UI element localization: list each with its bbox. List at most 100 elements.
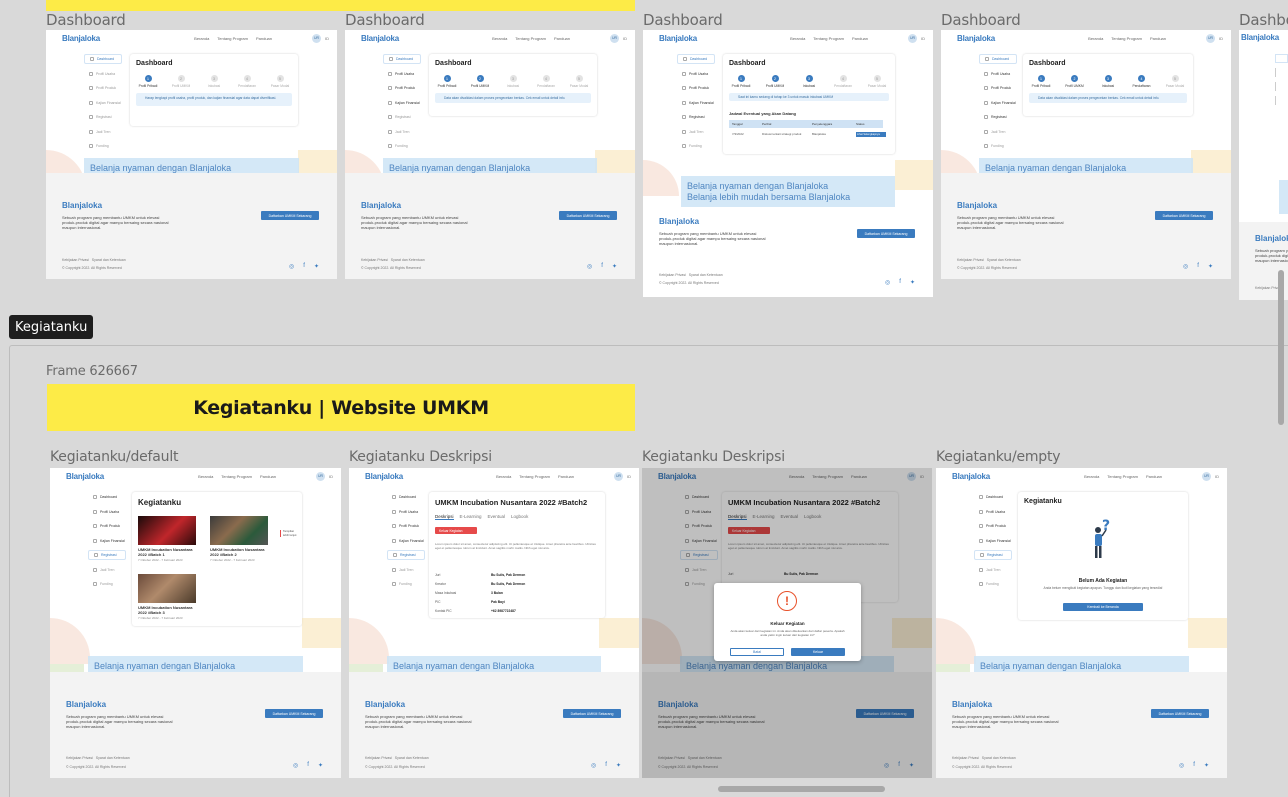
sidebar-item-profil-produk[interactable]: Profil Produk xyxy=(88,521,126,531)
confirm-exit-button[interactable]: Keluar xyxy=(791,648,845,656)
language-switch[interactable]: ID xyxy=(1215,474,1219,479)
dashboard-frame[interactable]: Blanjaloka Beranda Tentang Program Pandu… xyxy=(46,30,337,279)
sidebar-item-jadi-tren[interactable]: Jadi Tren xyxy=(88,565,126,575)
back-to-home-button[interactable]: Kembali ke Beranda xyxy=(1063,603,1143,611)
language-switch[interactable]: ID xyxy=(627,474,631,479)
exit-activity-button[interactable]: Keluar Kegiatan xyxy=(435,527,477,534)
sidebar-item-kajian[interactable]: Kajian Finansial xyxy=(84,98,122,108)
logo[interactable]: Blanjaloka xyxy=(62,34,100,43)
sidebar-item-profil-produk[interactable]: Profil Produk xyxy=(974,521,1012,531)
nav-link-beranda[interactable]: Beranda xyxy=(790,36,805,41)
instagram-icon[interactable]: ◎ xyxy=(591,762,596,769)
facebook-icon[interactable]: f xyxy=(899,279,901,286)
sidebar-item-kajian[interactable]: Kajian Finansial xyxy=(677,98,715,108)
frame-label[interactable]: Dashboard xyxy=(46,11,126,29)
sidebar-item-jadi-tren[interactable]: Jadi Tren xyxy=(979,127,1017,137)
cta-button[interactable]: Daftarkan UMKM Sekarang xyxy=(1155,211,1213,220)
cta-button[interactable]: Daftarkan UMKM Sekarang xyxy=(559,211,617,220)
sidebar-item-profil-usaha[interactable]: Profil Usaha xyxy=(383,69,421,79)
sidebar-item-dashboard[interactable]: Dashboard xyxy=(88,492,126,502)
language-switch[interactable]: ID xyxy=(329,474,333,479)
sidebar-item-registrasi[interactable]: Registrasi xyxy=(84,112,122,122)
sidebar-item-kajian[interactable]: Kajian Finansial xyxy=(88,536,126,546)
frame-label[interactable]: Dashboard xyxy=(941,11,1021,29)
frame-label[interactable]: Frame 626667 xyxy=(46,364,138,379)
dashboard-frame[interactable]: Blanjaloka Beranda Tentang Program Panduan… xyxy=(643,30,933,297)
nav-link-beranda[interactable]: Beranda xyxy=(198,474,213,479)
nav-link-panduan[interactable]: Panduan xyxy=(1146,474,1162,479)
sidebar-item-kajian[interactable]: Kajian Finansial xyxy=(387,536,425,546)
legal-links[interactable]: Kebijakan Privasi Syarat dan Ketentuan xyxy=(62,258,126,262)
cta-button[interactable]: Daftarkan UMKM Sekarang xyxy=(1151,709,1209,718)
cta-button[interactable]: Daftarkan UMKM Sekarang xyxy=(261,211,319,220)
language-switch[interactable]: ID xyxy=(921,36,925,41)
nav-link-panduan[interactable]: Panduan xyxy=(558,474,574,479)
sidebar-item-registrasi[interactable]: Registrasi xyxy=(974,550,1012,560)
sidebar-item-profil-produk[interactable]: Profil Produk xyxy=(84,83,122,93)
avatar[interactable]: UR xyxy=(316,471,325,481)
sidebar-item-dashboard[interactable]: Dashboard xyxy=(84,54,122,64)
twitter-icon[interactable]: ✦ xyxy=(910,279,915,286)
nav-link-beranda[interactable]: Beranda xyxy=(1088,36,1103,41)
sidebar-item-funding[interactable]: Funding xyxy=(974,579,1012,589)
event-card[interactable]: UMKM Incubation Nusantara 2022 #Batch 2 … xyxy=(210,516,270,562)
sidebar-item-funding[interactable]: Funding xyxy=(387,579,425,589)
logo[interactable]: Blanjaloka xyxy=(365,472,403,481)
logo[interactable]: Blanjaloka xyxy=(66,472,104,481)
instagram-icon[interactable]: ◎ xyxy=(587,263,592,270)
sidebar-item-jadi-tren[interactable]: Jadi Tren xyxy=(387,565,425,575)
sidebar-item-registrasi[interactable]: Registrasi xyxy=(387,550,425,560)
footer-logo[interactable]: Blanjaloka xyxy=(952,700,992,709)
nav-link-beranda[interactable]: Beranda xyxy=(496,474,511,479)
sidebar-item-dashboard[interactable]: Dashboard xyxy=(383,54,421,64)
nav-link-panduan[interactable]: Panduan xyxy=(554,36,570,41)
facebook-icon[interactable]: f xyxy=(307,762,309,769)
nav-link-tentang[interactable]: Tentang Program xyxy=(1111,36,1142,41)
event-card[interactable]: UMKM Incubation Nusantara 2022 #Batch 1 … xyxy=(138,516,198,562)
sidebar-item-profil-usaha[interactable]: Profil Usaha xyxy=(974,507,1012,517)
section-tag[interactable]: Kegiatanku xyxy=(9,315,94,339)
footer-logo[interactable]: Blanjaloka xyxy=(1255,234,1288,243)
nav-link-tentang[interactable]: Tentang Program xyxy=(813,36,844,41)
frame-label[interactable]: Dashboard xyxy=(345,11,425,29)
sidebar-item-kajian[interactable]: Kajian Finansial xyxy=(979,98,1017,108)
sidebar-item-profil-produk[interactable]: Profil Produk xyxy=(383,83,421,93)
sidebar-item-funding[interactable]: Funding xyxy=(88,579,126,589)
tab-elearning[interactable]: E-Learning xyxy=(460,514,482,520)
sidebar-item-jadi-tren[interactable]: Jadi Tren xyxy=(677,127,715,137)
logo[interactable]: Blanjaloka xyxy=(952,472,990,481)
facebook-icon[interactable]: f xyxy=(605,762,607,769)
nav-link-beranda[interactable]: Beranda xyxy=(1084,474,1099,479)
frame-label[interactable]: Kegiatanku/empty xyxy=(936,449,1061,465)
logo[interactable]: Blanjaloka xyxy=(1241,33,1279,42)
facebook-icon[interactable]: f xyxy=(303,263,305,270)
sidebar-item-jadi-tren[interactable]: Jadi Tren xyxy=(974,565,1012,575)
sidebar-item-dashboard[interactable]: Dashboard xyxy=(979,54,1017,64)
tab-eventual[interactable]: Eventual xyxy=(488,514,506,520)
facebook-icon[interactable]: f xyxy=(601,263,603,270)
footer-logo[interactable]: Blanjaloka xyxy=(365,700,405,709)
sidebar-item-registrasi[interactable]: Registrasi xyxy=(383,112,421,122)
horizontal-scrollbar[interactable] xyxy=(718,786,885,792)
event-card[interactable]: UMKM Incubation Nusantara 2022 #Batch 3 … xyxy=(138,574,198,620)
sidebar-item-profil-usaha[interactable]: Profil Usaha xyxy=(84,69,122,79)
sidebar-item-registrasi[interactable]: Registrasi xyxy=(677,112,715,122)
nav-link-tentang[interactable]: Tentang Program xyxy=(221,474,252,479)
footer-logo[interactable]: Blanjaloka xyxy=(957,201,997,210)
language-switch[interactable]: ID xyxy=(325,36,329,41)
nav-link-beranda[interactable]: Beranda xyxy=(194,36,209,41)
sidebar-item-registrasi[interactable]: Registrasi xyxy=(979,112,1017,122)
avatar[interactable]: UR xyxy=(614,471,623,481)
cta-button[interactable]: Daftarkan UMKM Sekarang xyxy=(857,229,915,238)
kegiatanku-empty-frame[interactable]: Blanjaloka Beranda Tentang Program Panduan… xyxy=(936,468,1227,778)
cta-button[interactable]: Daftarkan UMKM Sekarang xyxy=(563,709,621,718)
legal-links[interactable]: Kebijakan Privasi Syarat dan Ketentuan xyxy=(365,756,429,760)
sidebar-item-dashboard[interactable]: Dashboard xyxy=(387,492,425,502)
instagram-icon[interactable]: ◎ xyxy=(289,263,294,270)
footer-logo[interactable]: Blanjaloka xyxy=(66,700,106,709)
sidebar-item-profil-usaha[interactable]: Profil Usaha xyxy=(387,507,425,517)
language-switch[interactable]: ID xyxy=(623,36,627,41)
legal-links[interactable]: Kebijakan Privasi Syarat dan Ketentuan xyxy=(957,258,1021,262)
twitter-icon[interactable]: ✦ xyxy=(1208,263,1213,270)
footer-logo[interactable]: Blanjaloka xyxy=(62,201,102,210)
